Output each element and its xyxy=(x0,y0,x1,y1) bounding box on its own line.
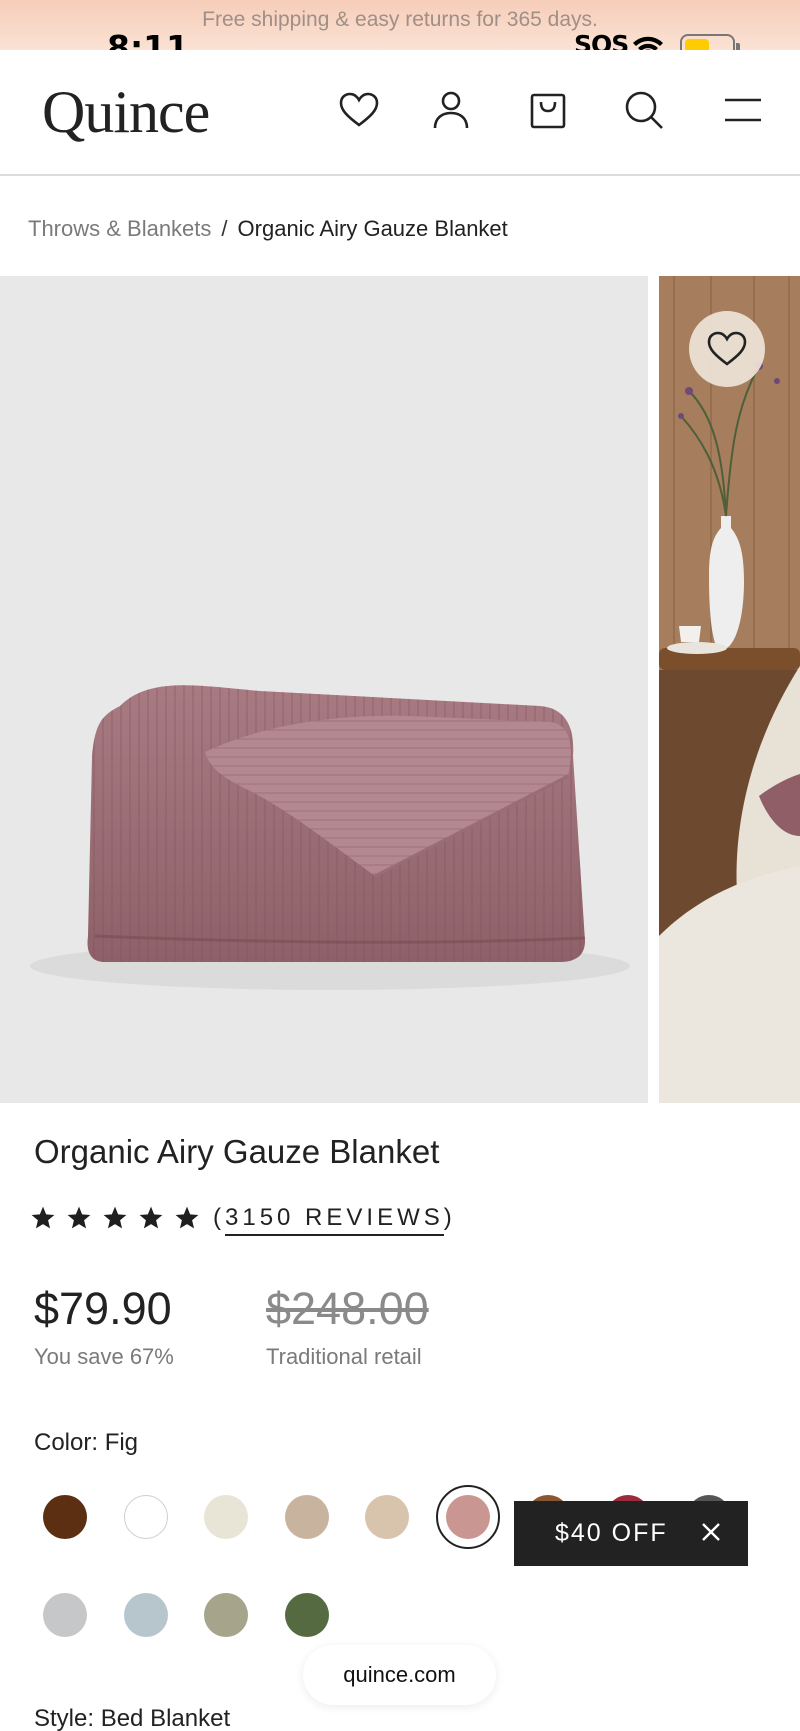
breadcrumb-separator: / xyxy=(221,216,228,241)
discount-offer-button[interactable]: $40 OFF xyxy=(514,1501,748,1566)
color-swatch[interactable] xyxy=(285,1495,329,1539)
quince-logo[interactable]: Quince xyxy=(42,78,210,147)
color-swatch[interactable] xyxy=(124,1495,168,1539)
reviews-close-paren: ) xyxy=(443,1204,456,1231)
wishlist-button[interactable] xyxy=(689,311,765,387)
search-icon[interactable] xyxy=(622,88,666,132)
color-label: Color: Fig xyxy=(34,1429,139,1456)
star-icon xyxy=(138,1203,174,1233)
product-image-secondary[interactable] xyxy=(659,276,800,1103)
color-swatch-selected[interactable] xyxy=(436,1485,500,1549)
color-swatch[interactable] xyxy=(43,1593,87,1637)
sale-price: $79.90 xyxy=(34,1283,172,1334)
heart-icon xyxy=(707,331,747,366)
close-icon[interactable] xyxy=(700,1521,722,1550)
browser-url-bar[interactable]: quince.com xyxy=(303,1645,496,1705)
retail-price: $248.00 xyxy=(266,1283,429,1334)
style-label: Style: Bed Blanket xyxy=(34,1705,231,1731)
heart-icon[interactable] xyxy=(337,88,381,132)
product-title: Organic Airy Gauze Blanket xyxy=(34,1133,440,1170)
color-swatch[interactable] xyxy=(204,1593,248,1637)
retail-label: Traditional retail xyxy=(266,1344,422,1369)
rating-stars xyxy=(30,1203,210,1233)
breadcrumb: Throws & Blankets / Organic Airy Gauze Bla… xyxy=(28,216,508,242)
menu-icon[interactable] xyxy=(721,88,765,132)
selected-swatch-fill xyxy=(446,1495,490,1539)
color-swatch[interactable] xyxy=(204,1495,248,1539)
bag-icon[interactable] xyxy=(526,88,570,132)
reviews-link[interactable]: 3150 REVIEWS xyxy=(225,1204,444,1236)
star-icon xyxy=(102,1203,138,1233)
product-image-main[interactable] xyxy=(0,276,648,1103)
reviews-count: (3150 REVIEWS) xyxy=(213,1204,456,1236)
reviews-open-paren: ( xyxy=(213,1204,225,1231)
site-header: Quince xyxy=(0,50,800,176)
bedroom-scene-image xyxy=(659,276,800,1103)
url-text: quince.com xyxy=(343,1662,456,1687)
color-swatch[interactable] xyxy=(365,1495,409,1539)
star-icon xyxy=(174,1203,210,1233)
breadcrumb-current: Organic Airy Gauze Blanket xyxy=(237,216,508,241)
color-swatch[interactable] xyxy=(124,1593,168,1637)
savings-text: You save 67% xyxy=(34,1344,174,1369)
star-icon xyxy=(30,1203,66,1233)
color-swatch[interactable] xyxy=(43,1495,87,1539)
account-icon[interactable] xyxy=(429,88,473,132)
breadcrumb-parent-link[interactable]: Throws & Blankets xyxy=(28,216,211,241)
promo-text: Free shipping & easy returns for 365 day… xyxy=(202,8,598,31)
color-swatch[interactable] xyxy=(285,1593,329,1637)
star-icon xyxy=(66,1203,102,1233)
offer-text: $40 OFF xyxy=(555,1519,668,1547)
folded-blanket-image xyxy=(30,685,630,990)
